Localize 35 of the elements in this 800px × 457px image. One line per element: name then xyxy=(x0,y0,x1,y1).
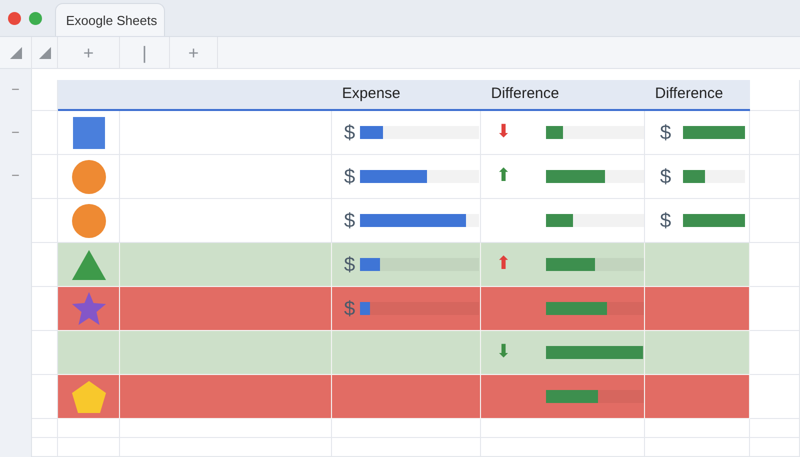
table-cell xyxy=(750,80,800,111)
table-cell xyxy=(58,419,120,438)
arrow-icon: ⬇ xyxy=(496,340,512,362)
currency-symbol: $ xyxy=(660,210,672,230)
currency-symbol: $ xyxy=(344,122,356,142)
column-header: Difference xyxy=(645,80,750,111)
close-button[interactable] xyxy=(8,12,21,24)
currency-symbol: $ xyxy=(344,298,356,318)
corner-triangle-icon xyxy=(38,47,50,59)
column-header: Expense xyxy=(332,80,481,111)
currency-symbol: $ xyxy=(660,166,672,186)
toolbar-button[interactable]: + xyxy=(188,40,199,66)
currency-symbol: $ xyxy=(344,254,356,274)
table-cell xyxy=(750,438,800,457)
table-cell xyxy=(750,287,800,331)
collapse-button[interactable]: − xyxy=(11,124,20,140)
corner-triangle-icon xyxy=(10,47,22,59)
toolbar-button[interactable]: | xyxy=(142,40,147,66)
table-cell xyxy=(750,243,800,287)
table-cell xyxy=(750,375,800,419)
arrow-icon: ⬆ xyxy=(496,252,512,274)
maximize-button[interactable] xyxy=(29,12,42,24)
currency-symbol: $ xyxy=(660,122,672,142)
arrow-icon: ⬇ xyxy=(496,120,512,142)
currency-symbol: $ xyxy=(344,210,356,230)
tab[interactable]: Exoogle Sheets xyxy=(55,3,165,36)
arrow-icon: ⬆ xyxy=(496,164,512,186)
table-cell xyxy=(58,438,120,457)
collapse-button[interactable]: − xyxy=(11,81,20,97)
currency-symbol: $ xyxy=(344,166,356,186)
table-cell xyxy=(750,419,800,438)
collapse-button[interactable]: − xyxy=(11,167,20,183)
table-cell xyxy=(750,331,800,375)
toolbar-button[interactable]: + xyxy=(83,40,94,66)
column-header: Difference xyxy=(481,80,645,111)
